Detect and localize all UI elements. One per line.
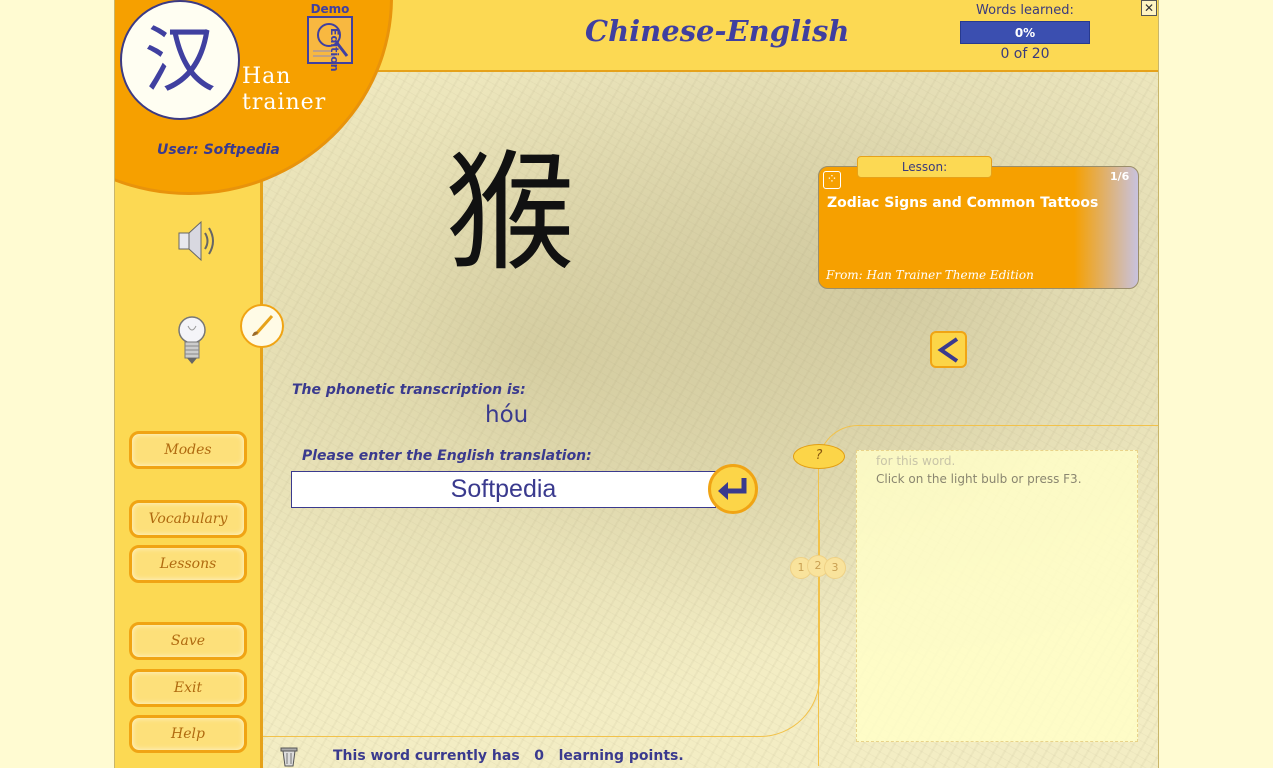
words-learned-count: 0 of 20 — [1000, 46, 1050, 62]
words-learned-label: Words learned: — [976, 3, 1074, 18]
help-button[interactable]: Help — [129, 715, 247, 753]
user-label: User: Softpedia — [157, 142, 280, 158]
enter-arrow-icon — [718, 478, 747, 500]
demo-edition-badge: Demo Edition — [305, 2, 365, 72]
vocabulary-button[interactable]: Vocabulary — [129, 500, 247, 538]
edition-label: Edition — [328, 28, 341, 72]
phonetic-label: The phonetic transcription is: — [292, 382, 526, 398]
speaker-icon[interactable] — [177, 218, 217, 268]
words-learned-percent: 0% — [1014, 25, 1036, 40]
lesson-counter: 1/6 — [1110, 170, 1130, 183]
logo: 汉 — [120, 0, 240, 120]
translation-label: Please enter the English translation: — [302, 448, 592, 464]
hint-question-button[interactable]: ? — [793, 444, 845, 469]
logo-character: 汉 — [143, 18, 216, 102]
back-button[interactable] — [930, 331, 967, 368]
close-icon[interactable]: ✕ — [1141, 0, 1157, 16]
logo-text: Han trainer — [242, 64, 326, 116]
learning-points-text: This word currently has 0 learning point… — [333, 748, 684, 764]
lesson-source: From: Han Trainer Theme Edition — [826, 268, 1034, 282]
translation-input[interactable] — [291, 471, 716, 508]
app-window: Chinese-English Words learned: 0% 0 of 2… — [114, 0, 1159, 768]
app-title: Chinese-English — [585, 14, 850, 48]
brush-button[interactable] — [240, 304, 284, 348]
words-learned-progress: 0% — [960, 21, 1090, 44]
submit-button[interactable] — [708, 464, 758, 514]
hint-panel — [856, 450, 1138, 742]
modes-button[interactable]: Modes — [129, 431, 247, 469]
lessons-button[interactable]: Lessons — [129, 545, 247, 583]
light-bulb-icon[interactable] — [177, 314, 207, 372]
hanzi-character: 猴 — [445, 137, 576, 289]
hint-text-faded: for this word. — [876, 454, 956, 468]
phonetic-value: hóu — [485, 402, 529, 428]
lesson-name[interactable]: Zodiac Signs and Common Tattoos — [827, 195, 1098, 211]
hint-text: Click on the light bulb or press F3. — [876, 472, 1082, 486]
chevron-left-icon — [936, 336, 958, 363]
hint-number-3[interactable]: 3 — [824, 557, 846, 579]
lesson-tab: Lesson: — [857, 156, 992, 178]
logo-text-han: Han — [242, 64, 292, 89]
demo-label: Demo — [310, 2, 350, 16]
trash-icon[interactable] — [278, 745, 300, 767]
hint-outline-left — [263, 520, 820, 737]
random-dice-icon[interactable]: ⁘ — [823, 171, 841, 189]
brush-icon — [252, 315, 274, 336]
logo-text-trainer: trainer — [242, 90, 327, 115]
exit-button[interactable]: Exit — [129, 669, 247, 707]
save-button[interactable]: Save — [129, 622, 247, 660]
